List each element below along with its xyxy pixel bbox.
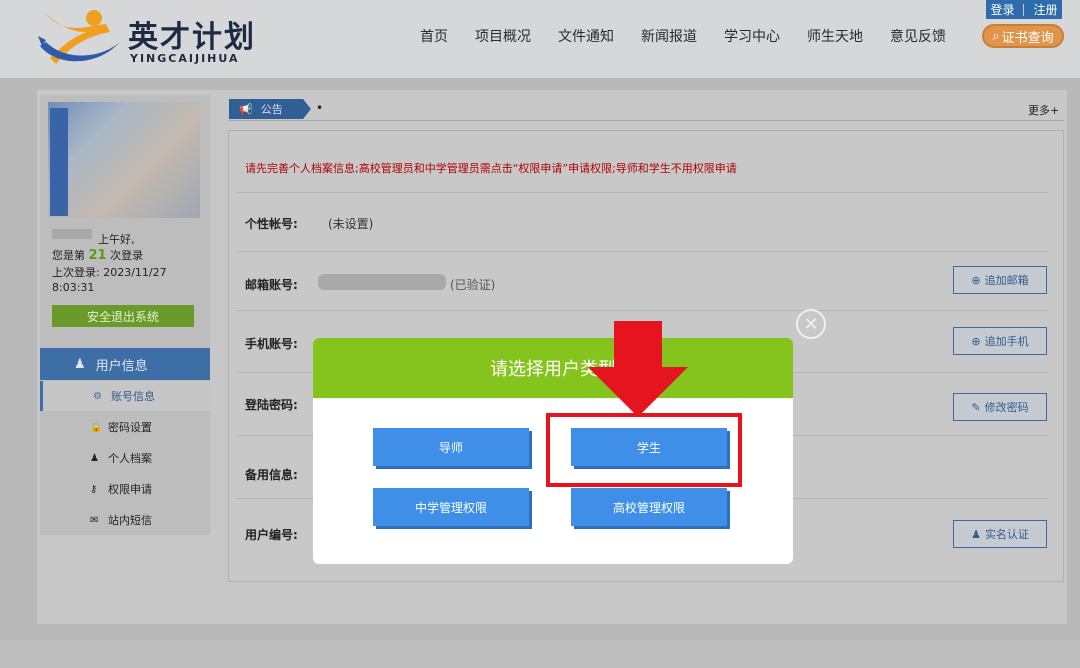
notice-tag: 📢 公告 <box>229 99 311 119</box>
notice-tag-label: 公告 <box>260 103 283 116</box>
nav-feedback[interactable]: 意见反馈 <box>890 26 946 46</box>
nav-learning[interactable]: 学习中心 <box>724 26 780 46</box>
nav-notices[interactable]: 文件通知 <box>558 26 614 46</box>
person-icon: ♟ <box>90 452 99 464</box>
phone-label: 手机账号: <box>245 337 298 351</box>
avatar <box>48 102 200 218</box>
more-link[interactable]: 更多+ <box>1028 102 1059 118</box>
sidebar-item-messages[interactable]: ✉ 站内短信 <box>40 505 210 535</box>
mail-icon: ✉ <box>90 514 99 526</box>
avatar-edge <box>50 108 68 216</box>
email-label: 邮箱账号: <box>245 278 298 292</box>
add-email-button[interactable]: ⊕ 追加邮箱 <box>953 266 1047 294</box>
user-id-label: 用户编号: <box>245 528 298 542</box>
nickname-label: 个性帐号: <box>245 217 298 231</box>
notice-dot: • <box>316 101 324 115</box>
site-logo[interactable]: 英才计划 YINGCAIJIHUA <box>36 6 266 70</box>
logout-button[interactable]: 安全退出系统 <box>52 305 194 327</box>
change-password-button[interactable]: ✎ 修改密码 <box>953 393 1047 421</box>
option-middle-school-admin-button[interactable]: 中学管理权限 <box>373 488 529 526</box>
auth-divider <box>1023 3 1025 16</box>
sidebar-item-label: 密码设置 <box>108 421 152 434</box>
real-name-verify-label: 实名认证 <box>984 528 1029 541</box>
logo-title: 英才计划 <box>128 20 256 55</box>
nav-home[interactable]: 首页 <box>420 26 448 46</box>
last-login-label: 上次登录: <box>52 266 100 279</box>
close-icon[interactable]: ✕ <box>796 309 826 339</box>
sidebar-header-label: 用户信息 <box>95 358 148 374</box>
password-label: 登陆密码: <box>245 398 298 412</box>
username-blurred <box>52 229 92 242</box>
nav-community[interactable]: 师生天地 <box>807 26 863 46</box>
login-count-prefix: 您是第 <box>52 249 85 262</box>
sidebar-item-label: 账号信息 <box>111 390 155 403</box>
modal-title: 请选择用户类型 <box>313 338 793 398</box>
login-count-suffix: 次登录 <box>110 249 144 262</box>
sidebar-item-permissions[interactable]: ⚷ 权限申请 <box>40 474 210 504</box>
certificate-query-button[interactable]: ⌕ 证书查询 <box>982 24 1064 48</box>
email-value-blurred <box>318 274 446 290</box>
sidebar-header[interactable]: ♟ 用户信息 <box>40 348 210 380</box>
change-password-label: 修改密码 <box>984 401 1029 414</box>
gear-icon: ⚙ <box>93 390 102 402</box>
plus-circle-icon: ⊕ <box>971 334 981 348</box>
highlight-box <box>546 413 742 487</box>
sidebar-item-label: 权限申请 <box>108 483 152 496</box>
greeting-text: 上午好, <box>98 233 135 246</box>
notice-bar <box>228 97 1064 121</box>
sidebar-item-label: 站内短信 <box>108 514 152 527</box>
sidebar-item-password[interactable]: 🔒 密码设置 <box>40 412 210 442</box>
certificate-query-label: 证书查询 <box>1001 30 1054 46</box>
add-phone-label: 追加手机 <box>984 335 1029 348</box>
add-phone-button[interactable]: ⊕ 追加手机 <box>953 327 1047 355</box>
megaphone-icon: 📢 <box>239 102 253 116</box>
user-icon: ♟ <box>74 356 86 372</box>
lock-icon: 🔒 <box>90 421 103 433</box>
add-email-label: 追加邮箱 <box>984 274 1029 287</box>
nav-news[interactable]: 新闻报道 <box>641 26 697 46</box>
nickname-value: (未设置) <box>328 217 374 231</box>
real-name-verify-button[interactable]: ♟ 实名认证 <box>953 520 1047 548</box>
login-count: 21 <box>88 248 107 263</box>
down-arrow-icon <box>588 321 688 417</box>
last-login-time: 8:03:31 <box>52 281 95 294</box>
backup-info-label: 备用信息: <box>245 468 298 482</box>
warning-text: 请先完善个人档案信息;高校管理员和中学管理员需点击“权限申请”申请权限;导师和学… <box>245 162 737 175</box>
page-footer-strip <box>0 640 1080 668</box>
auth-bar: 登录 注册 <box>986 0 1062 19</box>
option-university-admin-button[interactable]: 高校管理权限 <box>571 488 727 526</box>
nav-overview[interactable]: 项目概况 <box>475 26 531 46</box>
plus-circle-icon: ⊕ <box>971 273 981 287</box>
key-icon: ⚷ <box>90 483 98 495</box>
divider <box>236 310 1048 311</box>
register-link[interactable]: 注册 <box>1033 1 1057 18</box>
login-count-line: 您是第 21 次登录 <box>52 247 143 263</box>
email-status: (已验证) <box>450 278 496 292</box>
logo-mark-icon <box>38 10 120 64</box>
logo-subtitle: YINGCAIJIHUA <box>130 52 240 65</box>
person-icon: ♟ <box>971 527 981 541</box>
login-link[interactable]: 登录 <box>990 1 1014 18</box>
sidebar-item-label: 个人档案 <box>108 452 152 465</box>
option-mentor-button[interactable]: 导师 <box>373 428 529 466</box>
last-login-line: 上次登录: 2023/11/27 <box>52 264 167 280</box>
search-icon: ⌕ <box>992 28 1000 44</box>
last-login-date: 2023/11/27 <box>103 266 167 279</box>
main-nav: 首页 项目概况 文件通知 新闻报道 学习中心 师生天地 意见反馈 <box>420 26 973 46</box>
sidebar-item-account[interactable]: ⚙ 账号信息 <box>40 381 210 411</box>
modal-scallop-edge <box>313 394 793 402</box>
divider <box>236 251 1048 252</box>
edit-icon: ✎ <box>971 400 981 414</box>
divider <box>236 192 1048 193</box>
sidebar-item-profile[interactable]: ♟ 个人档案 <box>40 443 210 473</box>
